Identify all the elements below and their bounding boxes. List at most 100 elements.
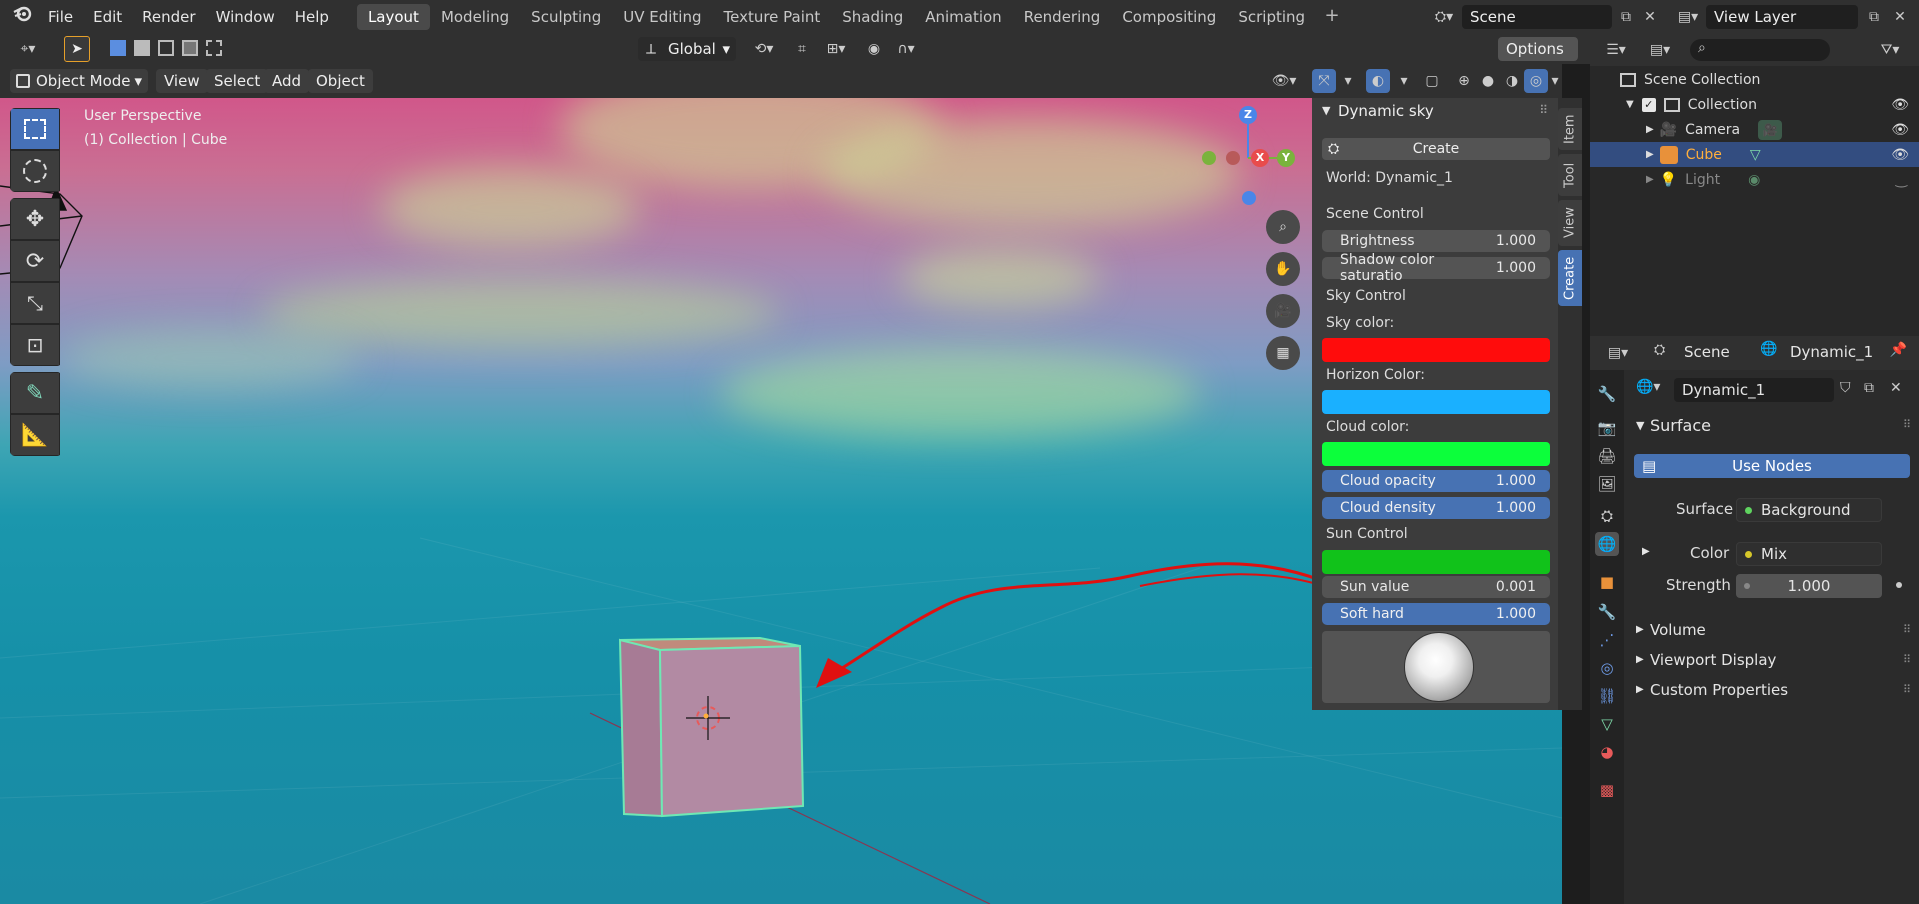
sun-value-slider[interactable]: Sun value 0.001 [1322,576,1550,598]
view-layer-tab-icon[interactable]: 🖼 [1595,472,1619,496]
delete-scene-icon[interactable]: ✕ [1638,5,1662,29]
drag-handle-icon[interactable]: ⠿ [1903,683,1911,696]
pivot-point-icon[interactable]: ⟲▾ [746,37,782,61]
rotate-tool-icon[interactable]: ⟳ [10,240,60,282]
measure-tool-icon[interactable]: 📐 [10,414,60,456]
cloud-density-slider[interactable]: Cloud density 1.000 [1322,497,1550,519]
expand-arrow-icon[interactable]: ▶ [1642,546,1650,557]
filter-icon[interactable]: ⛛▾ [1872,38,1908,62]
texture-tab-icon[interactable]: ▩ [1595,778,1619,802]
modifier-tab-icon[interactable]: 🔧 [1595,600,1619,624]
view-menu[interactable]: View [156,69,208,93]
add-menu[interactable]: Add [264,69,310,93]
eye-icon[interactable]: 👁 [1891,97,1909,113]
checkbox-icon[interactable]: ✓ [1641,97,1656,112]
select-mode-intersect-icon[interactable] [206,40,222,56]
constraints-tab-icon[interactable]: ⛓ [1595,684,1619,708]
editor-type-icon[interactable]: ⌖▾ [10,37,46,61]
render-tab-icon[interactable]: 📷 [1595,416,1619,440]
tab-view[interactable]: View [1558,200,1582,246]
shading-dropdown-icon[interactable]: ▾ [1548,69,1562,93]
select-box-tool-icon[interactable] [10,108,60,150]
expand-arrow-icon[interactable]: ▶ [1636,654,1644,665]
tab-item[interactable]: Item [1558,108,1582,150]
proportional-edit-icon[interactable]: ◉ [862,37,886,61]
camera-data-icon[interactable]: 🎥 [1758,119,1783,140]
select-mode-new-icon[interactable] [110,40,126,56]
sun-color-swatch[interactable] [1322,550,1550,574]
outliner-cube[interactable]: ▶ Cube ▽ 👁 [1590,142,1919,167]
menu-render[interactable]: Render [132,0,205,34]
keyframe-dot-icon[interactable] [1896,582,1902,588]
overlays-toggle-icon[interactable]: ◐ [1366,69,1390,93]
world-tab-icon[interactable]: 🌐 [1595,532,1619,556]
select-mode-invert-icon[interactable] [182,40,198,56]
tab-scripting[interactable]: Scripting [1227,4,1316,30]
gizmo-neg-z-axis[interactable] [1242,191,1256,205]
world-name-field[interactable]: Dynamic_1 [1674,378,1834,402]
object-tab-icon[interactable]: ■ [1595,570,1619,594]
menu-window[interactable]: Window [206,0,285,34]
world-browse-icon[interactable]: 🌐▾ [1636,379,1660,395]
horizon-color-swatch[interactable] [1322,390,1550,414]
move-tool-icon[interactable]: ✥ [10,198,60,240]
light-data-icon[interactable]: ◉ [1748,172,1760,188]
delete-view-layer-icon[interactable]: ✕ [1888,5,1912,29]
object-menu[interactable]: Object [308,69,373,93]
display-mode-icon[interactable]: ▤▾ [1642,38,1678,62]
data-tab-icon[interactable]: ▽ [1595,712,1619,736]
tab-animation[interactable]: Animation [914,4,1012,30]
eye-closed-icon[interactable]: ‿ [1896,172,1907,188]
tab-uv-editing[interactable]: UV Editing [612,4,712,30]
shading-material-icon[interactable]: ◑ [1500,69,1524,93]
outliner-search-input[interactable]: ⌕ [1690,39,1830,61]
strength-slider[interactable]: 1.000 [1736,574,1882,598]
shading-solid-icon[interactable]: ● [1476,69,1500,93]
fake-user-icon[interactable]: ⛉ [1840,380,1851,396]
scene-selector-icon[interactable]: ⛭▾ [1428,5,1460,29]
new-scene-icon[interactable]: ⧉ [1614,5,1638,29]
tab-create[interactable]: Create [1558,250,1582,306]
add-workspace-icon[interactable]: + [1320,5,1344,29]
pan-hand-icon[interactable]: ✋ [1266,252,1300,286]
soft-hard-slider[interactable]: Soft hard 1.000 [1322,603,1550,625]
tab-modeling[interactable]: Modeling [430,4,520,30]
volume-panel-header[interactable]: Volume [1650,621,1706,639]
gizmo-dropdown-icon[interactable]: ▾ [1336,69,1360,93]
view-layer-selector-icon[interactable]: ▤▾ [1672,5,1704,29]
gizmo-neg-y-axis[interactable] [1202,151,1216,165]
select-tool-icon[interactable]: ➤ [64,36,90,62]
mode-dropdown[interactable]: Object Mode ▾ [10,69,148,93]
sky-color-swatch[interactable] [1322,338,1550,362]
tab-compositing[interactable]: Compositing [1111,4,1227,30]
tool-tab-icon[interactable]: 🔧 [1595,382,1619,406]
expand-arrow-icon[interactable]: ▼ [1626,99,1634,110]
scene-name-field[interactable]: Scene [1462,5,1612,29]
drag-handle-icon[interactable]: ⠿ [1903,418,1911,431]
outliner-camera[interactable]: ▶ 🎥 Camera 🎥 👁 [1590,117,1919,142]
collapse-arrow-icon[interactable]: ▼ [1322,104,1330,117]
gizmo-x-axis[interactable]: X [1251,149,1269,167]
create-button[interactable]: ⛭ Create [1322,138,1550,160]
outliner-light[interactable]: ▶ 💡 Light ◉ ‿ [1590,167,1919,192]
expand-arrow-icon[interactable]: ▶ [1646,124,1654,135]
output-tab-icon[interactable]: 🖨 [1595,444,1619,468]
tab-shading[interactable]: Shading [831,4,914,30]
brightness-slider[interactable]: Brightness 1.000 [1322,230,1550,252]
mesh-data-icon[interactable]: ▽ [1750,147,1761,163]
annotate-tool-icon[interactable]: ✎ [10,372,60,414]
surface-panel-header[interactable]: Surface [1650,416,1711,435]
outliner-collection[interactable]: ▼ ✓ Collection 👁 [1590,92,1919,117]
scale-tool-icon[interactable]: ⤡ [10,282,60,324]
menu-help[interactable]: Help [285,0,339,34]
eye-icon[interactable]: 👁 [1891,147,1909,163]
scene-tab-icon[interactable]: ⛭ [1595,504,1619,528]
tab-sculpting[interactable]: Sculpting [520,4,612,30]
select-mode-subtract-icon[interactable] [158,40,174,56]
menu-file[interactable]: File [38,0,83,34]
custom-properties-panel-header[interactable]: Custom Properties [1650,681,1788,699]
material-tab-icon[interactable]: ◕ [1595,740,1619,764]
zoom-icon[interactable]: ⌕ [1266,210,1300,244]
ortho-toggle-icon[interactable]: ▦ [1266,336,1300,370]
tab-rendering[interactable]: Rendering [1013,4,1112,30]
